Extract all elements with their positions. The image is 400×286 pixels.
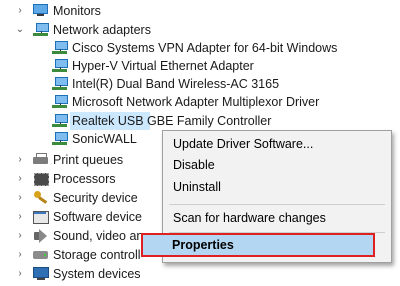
- chevron-down-icon[interactable]: ⌄: [14, 21, 26, 39]
- chevron-right-icon[interactable]: ›: [14, 208, 26, 226]
- tree-item-label: Hyper-V Virtual Ethernet Adapter: [72, 59, 254, 73]
- system-device-icon: [33, 267, 49, 281]
- tree-item-monitors[interactable]: › Monitors: [0, 2, 200, 20]
- chevron-right-icon[interactable]: ›: [14, 227, 26, 245]
- tree-item-storage[interactable]: › Storage controll: [0, 246, 160, 264]
- tree-item-label: Storage controll: [53, 248, 141, 262]
- menu-item-disable[interactable]: Disable: [173, 155, 215, 175]
- tree-item-label: Microsoft Network Adapter Multiplexor Dr…: [72, 95, 320, 109]
- menu-item-properties[interactable]: Properties: [172, 236, 234, 254]
- tree-item-print-queues[interactable]: › Print queues: [0, 151, 160, 169]
- tree-item-label: Software device: [53, 210, 142, 224]
- chevron-right-icon[interactable]: ›: [14, 189, 26, 207]
- network-adapter-icon: [52, 114, 68, 128]
- tree-item-adapter-selected[interactable]: Realtek USB GBE Family Controller: [0, 112, 280, 130]
- tree-item-label: System devices: [53, 267, 141, 281]
- tree-item-label: Realtek USB GBE Family Controller: [72, 114, 272, 128]
- chevron-right-icon[interactable]: ›: [14, 265, 26, 283]
- tree-item-label: Security device: [53, 191, 138, 205]
- key-icon: [33, 191, 49, 205]
- tree-item-adapter[interactable]: Cisco Systems VPN Adapter for 64-bit Win…: [0, 39, 360, 57]
- software-device-icon: [33, 210, 49, 224]
- tree-item-label: Print queues: [53, 153, 124, 167]
- tree-item-adapter[interactable]: Microsoft Network Adapter Multiplexor Dr…: [0, 93, 360, 111]
- menu-separator: [169, 204, 385, 205]
- menu-item-uninstall[interactable]: Uninstall: [173, 177, 221, 197]
- chevron-right-icon[interactable]: ›: [14, 2, 26, 20]
- printer-icon: [33, 153, 49, 167]
- tree-item-label: Network adapters: [53, 23, 151, 37]
- menu-item-update-driver[interactable]: Update Driver Software...: [173, 134, 313, 154]
- tree-item-network-adapters[interactable]: ⌄ Network adapters: [0, 21, 220, 39]
- network-adapter-icon: [52, 132, 68, 146]
- network-adapter-icon: [33, 23, 49, 37]
- tree-item-label: Intel(R) Dual Band Wireless-AC 3165: [72, 77, 280, 91]
- tree-item-label: SonicWALL: [72, 132, 137, 146]
- chevron-right-icon[interactable]: ›: [14, 151, 26, 169]
- speaker-icon: [33, 229, 49, 243]
- tree-item-security-devices[interactable]: › Security device: [0, 189, 160, 207]
- tree-item-adapter[interactable]: Intel(R) Dual Band Wireless-AC 3165: [0, 75, 360, 93]
- chevron-right-icon[interactable]: ›: [14, 170, 26, 188]
- tree-item-label: Monitors: [53, 4, 101, 18]
- network-adapter-icon: [52, 77, 68, 91]
- storage-icon: [33, 248, 49, 262]
- tree-item-software-devices[interactable]: › Software device: [0, 208, 160, 226]
- chevron-right-icon[interactable]: ›: [14, 246, 26, 264]
- network-adapter-icon: [52, 59, 68, 73]
- tree-item-label: Sound, video an: [53, 229, 144, 243]
- tree-item-label: Processors: [53, 172, 116, 186]
- monitor-icon: [33, 4, 48, 16]
- network-adapter-icon: [52, 41, 68, 55]
- processor-icon: [33, 172, 49, 186]
- tree-item-adapter[interactable]: Hyper-V Virtual Ethernet Adapter: [0, 57, 360, 75]
- network-adapter-icon: [52, 95, 68, 109]
- tree-item-sound[interactable]: › Sound, video an: [0, 227, 160, 245]
- tree-item-processors[interactable]: › Processors: [0, 170, 160, 188]
- tree-item-adapter[interactable]: SonicWALL: [0, 130, 160, 148]
- tree-item-system-devices[interactable]: › System devices: [0, 265, 160, 283]
- menu-item-scan-hardware[interactable]: Scan for hardware changes: [173, 208, 326, 228]
- tree-item-label: Cisco Systems VPN Adapter for 64-bit Win…: [72, 41, 338, 55]
